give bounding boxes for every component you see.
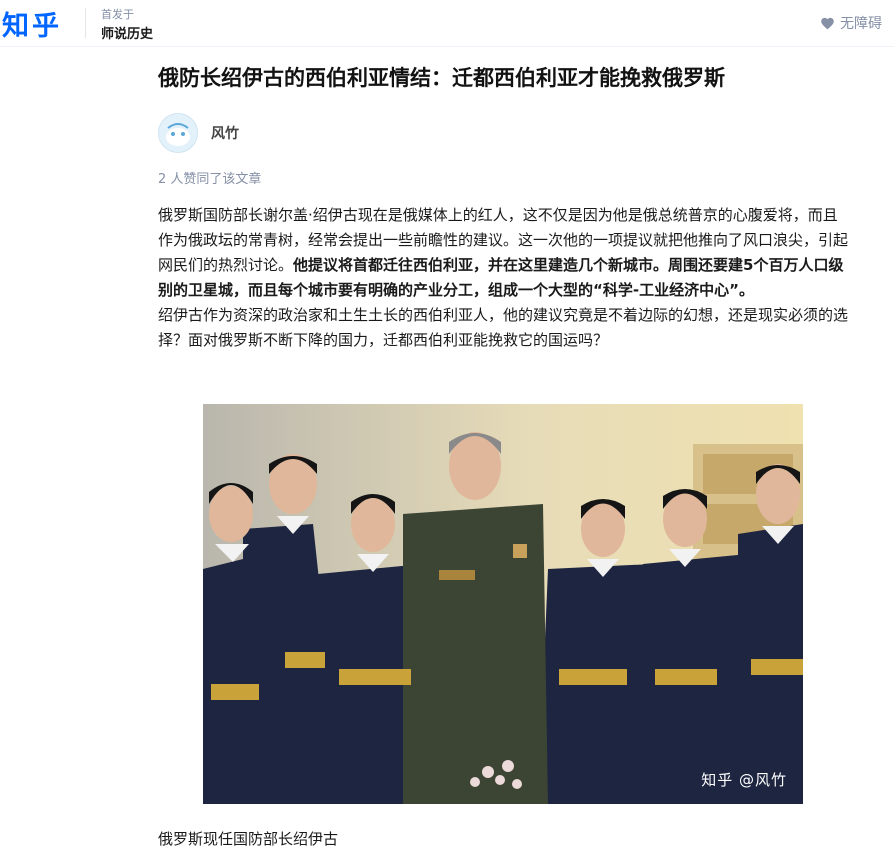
article-title: 俄防长绍伊古的西伯利亚情结：迁都西伯利亚才能挽救俄罗斯 bbox=[158, 66, 725, 90]
author-avatar[interactable] bbox=[158, 113, 198, 153]
author-info: 风竹 bbox=[158, 113, 239, 153]
published-in-label: 首发于 bbox=[101, 8, 134, 21]
heart-icon bbox=[821, 17, 834, 29]
article-content: 俄罗斯国防部长谢尔盖·绍伊古现在是俄媒体上的红人，这不仅是因为他是俄总统普京的心… bbox=[158, 203, 848, 353]
avatar-image bbox=[159, 114, 197, 152]
zhihu-logo[interactable]: 知乎 bbox=[2, 4, 62, 43]
accessibility-button[interactable]: 无障碍 bbox=[820, 13, 882, 33]
group-photo bbox=[203, 404, 803, 804]
article-image[interactable]: 知乎 @风竹 bbox=[203, 404, 803, 804]
image-watermark: 知乎 @风竹 bbox=[701, 771, 787, 789]
column-name-link[interactable]: 师说历史 bbox=[101, 23, 153, 42]
paragraph-1: 俄罗斯国防部长谢尔盖·绍伊古现在是俄媒体上的红人，这不仅是因为他是俄总统普京的心… bbox=[158, 203, 848, 303]
top-bar: 知乎 首发于 师说历史 无障碍 bbox=[0, 0, 894, 47]
author-name[interactable]: 风竹 bbox=[211, 123, 239, 143]
accessibility-label: 无障碍 bbox=[840, 16, 882, 32]
paragraph-2: 绍伊古作为资深的政治家和土生土长的西伯利亚人，他的建议究竟是不着边际的幻想，还是… bbox=[158, 306, 849, 349]
header-divider bbox=[85, 8, 86, 38]
image-caption: 俄罗斯现任国防部长绍伊古 bbox=[158, 830, 339, 848]
likes-count: 2 人赞同了该文章 bbox=[158, 172, 262, 187]
